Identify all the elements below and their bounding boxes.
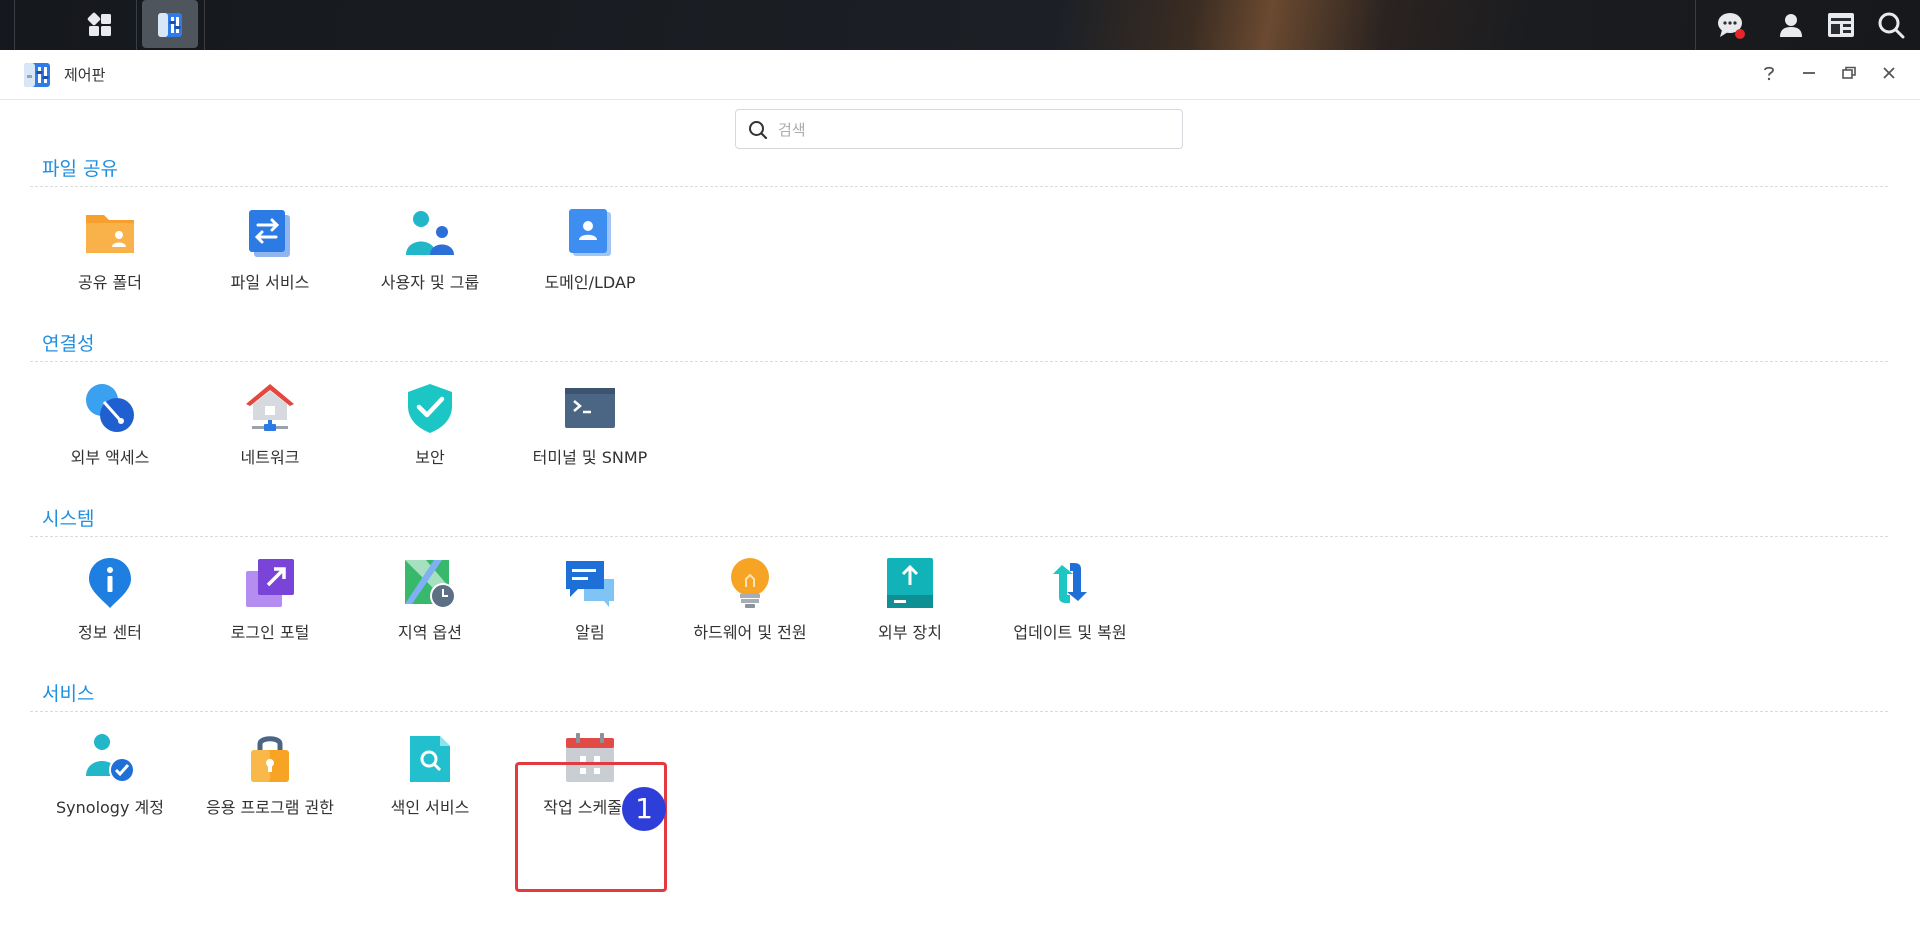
item-label: 파일 서비스 xyxy=(230,273,310,292)
item-label: 색인 서비스 xyxy=(390,798,470,817)
synology-account-icon xyxy=(86,734,135,783)
step-badge: 1 xyxy=(622,787,666,831)
item-login-portal[interactable]: 로그인 포털 xyxy=(190,537,350,662)
item-label: Synology 계정 xyxy=(56,798,164,817)
close-button[interactable] xyxy=(1876,60,1902,86)
item-label: 공유 폴더 xyxy=(78,273,142,292)
external-access-icon xyxy=(86,384,134,432)
section-file-sharing: 파일 공유 공유 폴더 파일 서비스 사용자 및 그룹 도메인/LDAP xyxy=(30,154,1888,327)
search-icon xyxy=(749,121,768,140)
item-label: 외부 장치 xyxy=(878,623,942,642)
item-info-center[interactable]: 정보 센터 xyxy=(30,537,190,662)
item-label: 하드웨어 및 전원 xyxy=(693,623,807,642)
search-icon xyxy=(1878,12,1905,39)
item-label: 외부 액세스 xyxy=(70,448,150,467)
item-users-groups[interactable]: 사용자 및 그룹 xyxy=(350,187,510,312)
users-groups-icon xyxy=(406,211,454,255)
item-update-restore[interactable]: 업데이트 및 복원 xyxy=(990,537,1150,662)
section-title: 서비스 xyxy=(42,683,95,705)
regional-options-icon xyxy=(405,560,456,609)
item-label: 응용 프로그램 권한 xyxy=(206,798,334,817)
user-icon xyxy=(1780,14,1802,37)
section-title: 파일 공유 xyxy=(42,158,118,180)
domain-ldap-icon xyxy=(569,209,611,256)
chat-bubble-icon xyxy=(1718,13,1745,39)
item-label: 터미널 및 SNMP xyxy=(532,448,648,467)
item-shared-folder[interactable]: 공유 폴더 xyxy=(30,187,190,312)
notification-icon xyxy=(566,561,614,607)
network-icon xyxy=(246,384,294,431)
item-file-services[interactable]: 파일 서비스 xyxy=(190,187,350,312)
item-security[interactable]: 보안 xyxy=(350,362,510,487)
item-label: 업데이트 및 복원 xyxy=(1013,623,1127,642)
item-label: 알림 xyxy=(575,623,605,642)
main-menu-button[interactable] xyxy=(70,0,130,50)
close-icon xyxy=(1883,67,1895,79)
terminal-icon xyxy=(565,388,615,428)
help-button[interactable] xyxy=(1756,60,1782,86)
hardware-power-icon xyxy=(731,558,769,608)
section-system: 시스템 정보 센터 로그인 포털 지역 옵션 알림 하드웨어 및 전원 외부 장… xyxy=(30,504,1888,677)
item-label: 사용자 및 그룹 xyxy=(380,273,480,292)
indexing-service-icon xyxy=(410,736,450,782)
item-hardware-power[interactable]: 하드웨어 및 전원 xyxy=(670,537,830,662)
minimize-button[interactable] xyxy=(1796,60,1822,86)
search-box[interactable] xyxy=(735,109,1183,149)
search-input[interactable] xyxy=(776,116,1170,144)
item-notification[interactable]: 알림 xyxy=(510,537,670,662)
item-indexing-service[interactable]: 색인 서비스 xyxy=(350,712,510,837)
notifications-button[interactable] xyxy=(1706,0,1756,50)
help-icon xyxy=(1764,66,1774,81)
item-label: 지역 옵션 xyxy=(398,623,462,642)
window-title: 제어판 xyxy=(64,66,106,84)
item-terminal-snmp[interactable]: 터미널 및 SNMP xyxy=(510,362,670,487)
item-label: 도메인/LDAP xyxy=(544,273,636,292)
file-services-icon xyxy=(249,210,290,257)
control-panel-window: 제어판 검색 파일 공유 공유 폴더 파일 서비스 사용자 및 그룹 도메인/L… xyxy=(0,50,1920,937)
security-shield-icon xyxy=(408,384,452,433)
item-external-devices[interactable]: 외부 장치 xyxy=(830,537,990,662)
item-label: 로그인 포털 xyxy=(230,623,310,642)
section-title: 연결성 xyxy=(42,333,95,355)
taskbar xyxy=(0,0,1920,50)
item-network[interactable]: 네트워크 xyxy=(190,362,350,487)
item-label: 정보 센터 xyxy=(78,623,142,642)
main-menu-icon xyxy=(87,12,111,36)
external-devices-icon xyxy=(887,558,933,608)
widgets-button[interactable] xyxy=(1816,0,1866,50)
shared-folder-icon xyxy=(86,215,134,253)
section-connectivity: 연결성 외부 액세스 네트워크 보안 터미널 및 SNMP xyxy=(30,329,1888,502)
user-menu-button[interactable] xyxy=(1766,0,1816,50)
item-regional-options[interactable]: 지역 옵션 xyxy=(350,537,510,662)
taskbar-control-panel-button[interactable] xyxy=(142,0,198,48)
section-title: 시스템 xyxy=(42,508,95,530)
minimize-icon xyxy=(1803,72,1815,74)
item-external-access[interactable]: 외부 액세스 xyxy=(30,362,190,487)
control-panel-icon xyxy=(24,63,50,87)
item-label: 네트워크 xyxy=(240,448,300,467)
item-synology-account[interactable]: Synology 계정 xyxy=(30,712,190,837)
window-titlebar[interactable]: 제어판 xyxy=(0,50,1920,100)
app-privileges-icon xyxy=(251,736,289,782)
restore-button[interactable] xyxy=(1836,60,1862,86)
update-restore-icon xyxy=(1053,563,1087,603)
control-panel-icon xyxy=(158,13,182,37)
item-app-privileges[interactable]: 응용 프로그램 권한 xyxy=(190,712,350,837)
global-search-button[interactable] xyxy=(1866,0,1916,50)
restore-icon xyxy=(1842,66,1856,79)
login-portal-icon xyxy=(246,559,294,607)
section-services: 서비스 Synology 계정 응용 프로그램 권한 색인 서비스 작업 스케줄… xyxy=(30,679,1888,852)
item-domain-ldap[interactable]: 도메인/LDAP xyxy=(510,187,670,312)
info-center-icon xyxy=(89,558,131,608)
widgets-icon xyxy=(1828,13,1854,37)
item-label: 보안 xyxy=(415,448,445,467)
